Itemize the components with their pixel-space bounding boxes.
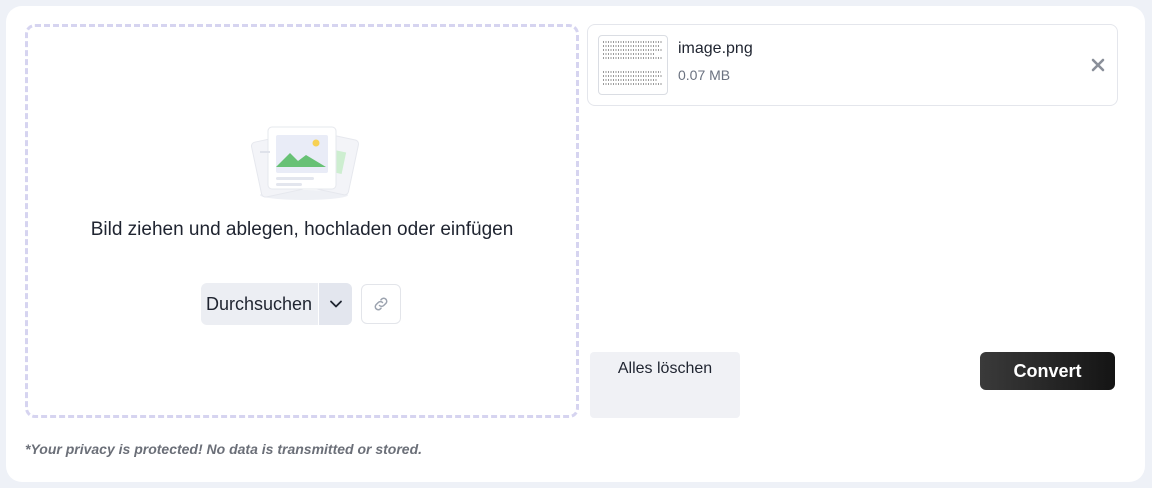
convert-button[interactable]: Convert <box>980 352 1115 390</box>
image-stack-icon <box>250 126 360 200</box>
remove-file-button[interactable] <box>1088 55 1108 75</box>
browse-dropdown[interactable]: Durchsuchen <box>201 283 352 325</box>
chevron-down-icon <box>329 300 342 308</box>
file-thumbnail <box>598 35 668 95</box>
file-list-item: image.png 0.07 MB <box>587 24 1118 106</box>
file-size: 0.07 MB <box>678 67 731 83</box>
browse-options-toggle[interactable] <box>318 283 352 325</box>
clear-all-button[interactable]: Alles löschen <box>590 352 740 418</box>
browse-button[interactable]: Durchsuchen <box>201 283 318 325</box>
add-from-url-button[interactable] <box>361 284 401 324</box>
privacy-note: *Your privacy is protected! No data is t… <box>25 441 423 457</box>
close-icon <box>1091 58 1105 72</box>
upload-dropzone[interactable]: Bild ziehen und ablegen, hochladen oder … <box>25 24 579 418</box>
file-name: image.png <box>678 40 753 57</box>
converter-card: Bild ziehen und ablegen, hochladen oder … <box>6 6 1145 482</box>
link-icon <box>374 297 388 311</box>
dropzone-instructions: Bild ziehen und ablegen, hochladen oder … <box>90 219 514 240</box>
